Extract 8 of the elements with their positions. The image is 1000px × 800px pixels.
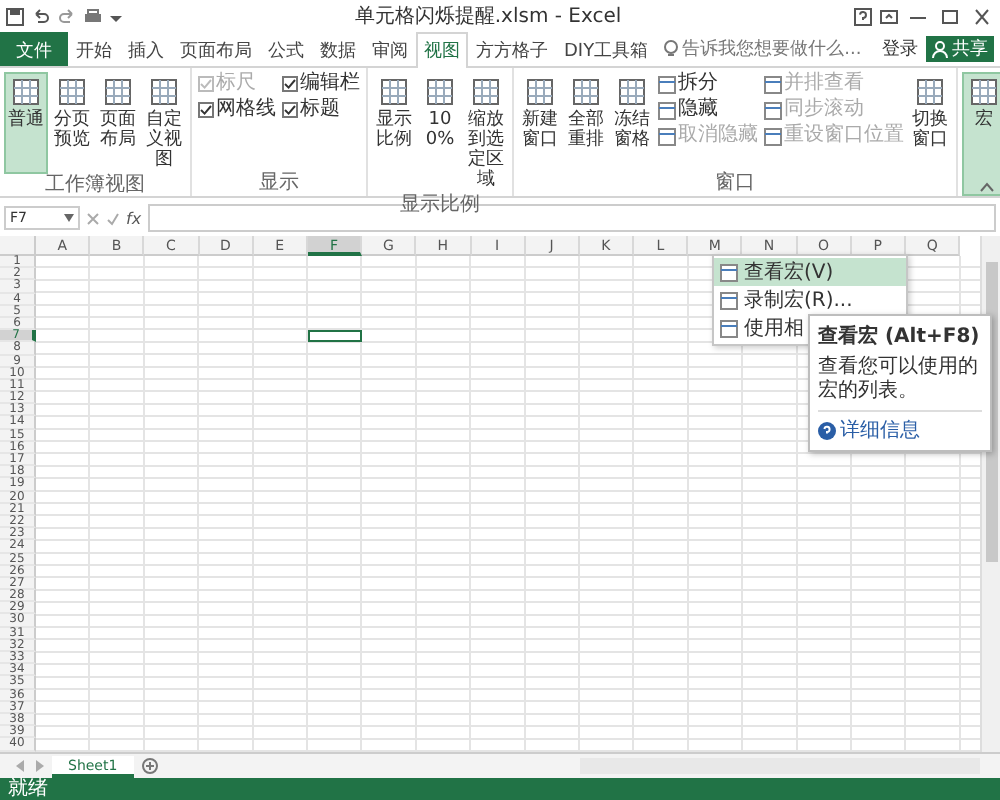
tooltip-text: 查看您可以使用的宏的列表。	[818, 356, 980, 404]
group-label: 显示比例	[398, 194, 482, 218]
group-label: 工作簿视图	[43, 174, 147, 198]
group-label: 窗口	[713, 172, 757, 196]
group-label: 显示	[257, 172, 301, 196]
status-text: 就绪	[0, 778, 1000, 800]
tooltip-title: 查看宏 (Alt+F8)	[818, 323, 982, 350]
window-title: 单元格闪烁提醒.xlsm - Excel	[352, 3, 624, 30]
